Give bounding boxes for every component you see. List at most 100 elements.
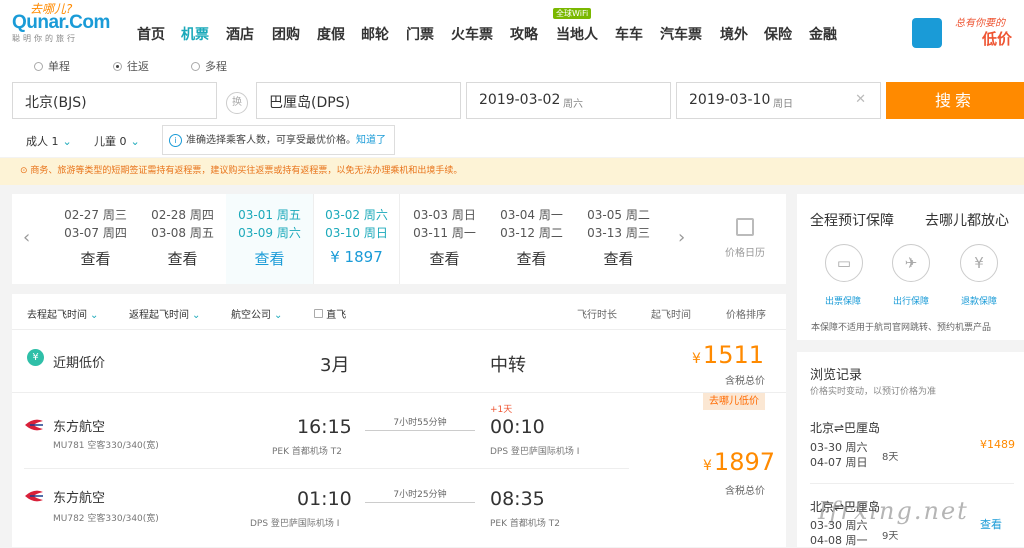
china-eastern-logo-icon (25, 490, 43, 502)
chevron-down-icon: ⌄ (62, 135, 72, 148)
trip-roundtrip[interactable]: 往返 (113, 58, 149, 74)
chevron-left-icon[interactable]: ‹ (23, 227, 30, 248)
lowest-type: 中转 (490, 355, 526, 376)
to-city-input[interactable]: 巴厘岛(DPS) (256, 82, 461, 119)
nav-train[interactable]: 火车票 (451, 24, 493, 44)
yen-icon: ¥ (27, 349, 44, 366)
nav-flights[interactable]: 机票 (181, 24, 209, 44)
history-price[interactable]: ¥1489 (980, 438, 1015, 451)
nav-bus[interactable]: 汽车票 (660, 24, 702, 44)
arrive-time: 08:35 (490, 488, 545, 510)
trip-oneway[interactable]: 单程 (34, 58, 70, 74)
date-option[interactable]: 03-04 周一 03-12 周二 查看 (488, 194, 575, 284)
date-option[interactable]: 02-27 周三 03-07 周四 查看 (52, 194, 139, 284)
lowest-price[interactable]: ¥1511 (692, 341, 764, 369)
filter-return-time[interactable]: 返程起飞时间 ⌄ (129, 306, 200, 321)
phone-ad-icon[interactable] (912, 18, 942, 48)
nav-car[interactable]: 车车 (615, 24, 643, 44)
history-days: 8天 (882, 452, 899, 463)
swap-cities-button[interactable]: 换 (226, 92, 248, 114)
logo-subtitle: 聪明你的旅行 (12, 34, 78, 43)
depart-time: 16:15 (297, 416, 352, 438)
nav-hotels[interactable]: 酒店 (226, 24, 254, 44)
depart-time: 01:10 (297, 488, 352, 510)
plane-icon[interactable]: ✈ (892, 244, 930, 282)
date-option[interactable]: 03-03 周日 03-11 周一 查看 (401, 194, 488, 284)
date-option[interactable]: 02-28 周四 03-08 周五 查看 (139, 194, 226, 284)
ad-lowprice[interactable]: 低价 (982, 28, 1012, 49)
depart-airport: DPS 登巴萨国际机场 I (250, 519, 340, 529)
checkbox-icon[interactable] (314, 309, 323, 318)
arrive-time: 00:10 (490, 416, 545, 438)
return-date-input[interactable]: 2019-03-10 周日 ✕ (676, 82, 881, 119)
china-eastern-logo-icon (25, 419, 43, 431)
flight-price[interactable]: ¥1897 (703, 448, 775, 476)
history-view-link[interactable]: 查看 (980, 516, 1002, 532)
depart-airport: PEK 首都机场 T2 (272, 447, 342, 457)
refund-icon[interactable]: ¥ (960, 244, 998, 282)
nav-overseas[interactable]: 境外 (720, 24, 748, 44)
history-title: 浏览记录 (810, 368, 863, 383)
guarantee-note: 本保障不适用于航司官网跳转、预约机票产品 (811, 323, 992, 333)
adults-select[interactable]: 成人 1 ⌄ (26, 133, 72, 149)
radio-icon[interactable] (34, 61, 43, 71)
history-days: 9天 (882, 531, 899, 542)
date-option[interactable]: 03-05 周二 03-13 周三 查看 (575, 194, 662, 284)
depart-date-input[interactable]: 2019-03-02 周六 (466, 82, 671, 119)
nav-local[interactable]: 当地人 (556, 24, 598, 44)
guarantee-slogan: 去哪儿都放心 (925, 213, 1009, 229)
children-select[interactable]: 儿童 0 ⌄ (94, 133, 140, 149)
search-button[interactable]: 搜索 (886, 82, 1024, 119)
chevron-right-icon[interactable]: › (678, 227, 685, 248)
calendar-icon (736, 218, 754, 236)
trip-multicity[interactable]: 多程 (191, 58, 227, 74)
sort-duration[interactable]: 飞行时长 (577, 306, 617, 321)
ad-text[interactable]: 总有你要的 (955, 14, 1005, 29)
sort-depart-time[interactable]: 起飞时间 (651, 306, 691, 321)
history-route[interactable]: 北京⇌巴厘岛 (810, 419, 880, 436)
nav-insurance[interactable]: 保险 (764, 24, 792, 44)
filter-out-time[interactable]: 去程起飞时间 ⌄ (27, 306, 98, 321)
airline-name: 东方航空 (53, 420, 106, 435)
history-return-date: 04-07 周日 (810, 456, 868, 469)
nav-finance[interactable]: 金融 (809, 24, 837, 44)
flight-duration: 7小时25分钟 (393, 490, 447, 500)
chevron-down-icon: ⌄ (130, 135, 140, 148)
filter-direct[interactable]: 直飞 (314, 306, 346, 321)
from-city-input[interactable]: 北京(BJS) (12, 82, 217, 119)
guarantee-refund-label[interactable]: 退款保障 (961, 294, 997, 307)
date-option-selected[interactable]: 03-02 周六 03-10 周日 ¥ 1897 (313, 194, 400, 284)
visa-notice: ⊙ 商务、旅游等类型的短期签证需持有返程票，建议购买往返票或持有返程票，以免无法… (0, 158, 1024, 185)
guarantee-travel-label[interactable]: 出行保障 (893, 294, 929, 307)
guarantee-title: 全程预订保障 (810, 213, 894, 229)
warning-icon: ⊙ (20, 166, 31, 176)
arrive-airport: PEK 首都机场 T2 (490, 519, 560, 529)
filter-airline[interactable]: 航空公司 ⌄ (231, 306, 282, 321)
history-depart-date: 03-30 周六 (810, 441, 868, 454)
qunar-logo[interactable]: Qunar.Com (12, 12, 110, 34)
radio-icon[interactable] (191, 61, 200, 71)
clear-icon[interactable]: ✕ (855, 92, 866, 107)
nav-vacation[interactable]: 度假 (317, 24, 345, 44)
nav-home[interactable]: 首页 (137, 24, 165, 44)
airline-name: 东方航空 (53, 491, 106, 506)
tip-dismiss-link[interactable]: 知道了 (356, 135, 386, 146)
flight-number: MU781 空客330/340(宽) (53, 441, 159, 451)
day-offset: +1天 (490, 405, 513, 415)
history-subtitle: 价格实时变动，以预订价格为准 (810, 387, 937, 397)
price-calendar-button[interactable]: 价格日历 (704, 194, 786, 284)
nav-groupbuy[interactable]: 团购 (272, 24, 300, 44)
nav-cruise[interactable]: 邮轮 (361, 24, 389, 44)
sort-price[interactable]: 价格排序 (726, 306, 766, 321)
radio-selected-icon[interactable] (113, 61, 122, 71)
nav-guides[interactable]: 攻略 (510, 24, 538, 44)
watermark: Ifrxing.net (818, 497, 969, 525)
history-return-date: 04-08 周一 (810, 534, 868, 547)
chevron-down-icon: ⌄ (192, 310, 201, 321)
chevron-down-icon: ⌄ (274, 310, 283, 321)
date-option[interactable]: 03-01 周五 03-09 周六 查看 (226, 194, 313, 284)
nav-tickets[interactable]: 门票 (406, 24, 434, 44)
guarantee-ticket-label[interactable]: 出票保障 (825, 294, 861, 307)
chevron-down-icon: ⌄ (90, 310, 99, 321)
ticket-icon[interactable]: ▭ (825, 244, 863, 282)
